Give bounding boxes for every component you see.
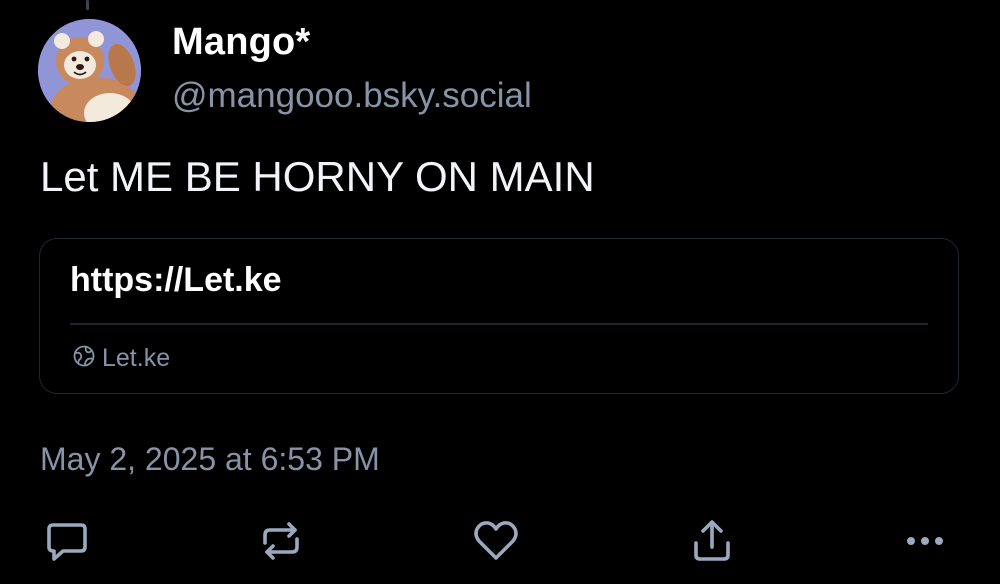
author-handle[interactable]: @mangooo.bsky.social	[172, 76, 532, 116]
repost-button[interactable]	[254, 514, 308, 568]
reply-button[interactable]	[40, 514, 94, 568]
post-timestamp: May 2, 2025 at 6:53 PM	[40, 441, 380, 477]
post-text: Let ME BE HORNY ON MAIN	[40, 153, 595, 200]
like-button[interactable]	[469, 514, 523, 568]
share-icon	[688, 517, 736, 565]
avatar[interactable]	[38, 19, 141, 122]
link-card-divider	[70, 323, 928, 325]
bear-avatar-icon	[38, 19, 141, 122]
link-card-title: https://Let.ke	[70, 261, 282, 299]
link-card-domain-row: Let.ke	[72, 343, 170, 373]
author-display-name[interactable]: Mango*	[172, 21, 310, 64]
heart-icon	[471, 517, 521, 565]
share-button[interactable]	[685, 514, 739, 568]
more-options-button[interactable]	[898, 514, 952, 568]
globe-icon	[72, 344, 96, 373]
link-card-domain: Let.ke	[102, 343, 171, 372]
repost-icon	[257, 517, 305, 565]
more-dots-icon	[901, 517, 949, 565]
comment-icon	[43, 517, 91, 565]
link-preview-card[interactable]: https://Let.ke Let.ke	[39, 238, 959, 394]
thread-connector-line	[86, 0, 89, 10]
